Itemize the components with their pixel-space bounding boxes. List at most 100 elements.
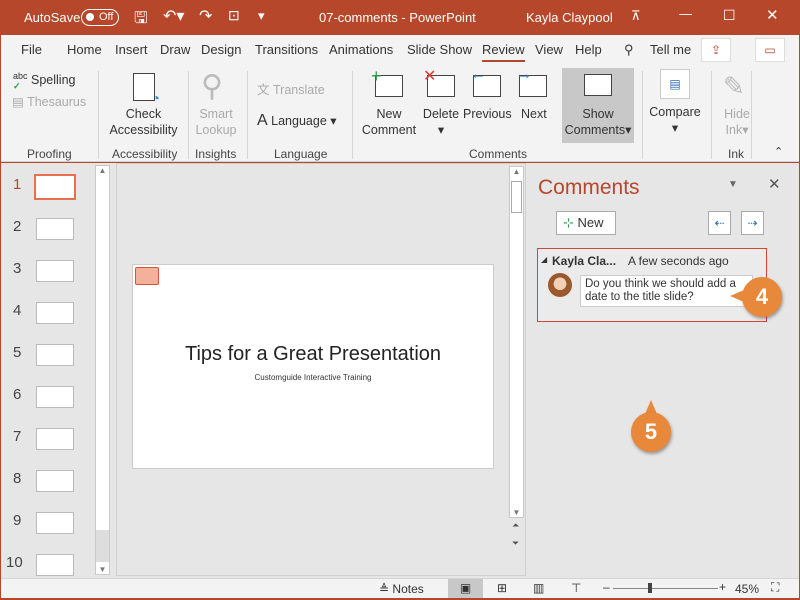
zoom-out-icon[interactable]: – bbox=[603, 580, 610, 594]
zoom-level[interactable]: 45% bbox=[735, 582, 759, 596]
group-ink: Ink bbox=[728, 147, 745, 161]
tab-help[interactable]: Help bbox=[575, 42, 602, 57]
close-icon[interactable]: ✕ bbox=[766, 6, 779, 24]
check-accessibility-icon: ◔ bbox=[133, 73, 160, 106]
window-title: 07-comments - PowerPoint bbox=[319, 10, 476, 25]
next-comment-button[interactable]: ⇢ bbox=[741, 211, 764, 235]
delete-button[interactable]: Delete ▾ bbox=[421, 106, 461, 138]
comments-button[interactable]: ▭ bbox=[755, 38, 785, 62]
language-button[interactable]: A Language ▾ bbox=[257, 113, 337, 129]
title-bar: AutoSave Off 🖫 ↶▾ ↷ ⊡ ▾ 07-comments - Po… bbox=[0, 0, 800, 35]
tab-slide-show[interactable]: Slide Show bbox=[407, 42, 472, 57]
spelling-icon: abc ✓ bbox=[13, 71, 28, 91]
pane-options-icon[interactable]: ▼ bbox=[728, 179, 738, 190]
close-pane-icon[interactable]: ✕ bbox=[768, 175, 781, 193]
callout-5: 5 bbox=[631, 412, 671, 452]
notes-button[interactable]: ≜ Notes bbox=[379, 582, 424, 596]
check-accessibility-button[interactable]: Check Accessibility bbox=[106, 106, 181, 138]
slide-thumbnail[interactable] bbox=[36, 218, 74, 240]
undo-icon[interactable]: ↶▾ bbox=[163, 6, 184, 26]
slide-number: 1 bbox=[13, 176, 22, 193]
callout-4: 4 bbox=[742, 277, 782, 317]
smart-lookup-button[interactable]: Smart Lookup bbox=[191, 106, 241, 138]
slide-thumbnail[interactable] bbox=[36, 260, 74, 282]
slide-thumbnail[interactable] bbox=[34, 174, 76, 200]
next-button[interactable]: Next bbox=[521, 106, 547, 122]
user-name[interactable]: Kayla Claypool bbox=[526, 10, 613, 25]
slide-thumbnail[interactable] bbox=[36, 386, 74, 408]
slide-title[interactable]: Tips for a Great Presentation bbox=[133, 343, 493, 366]
collapse-ribbon-icon[interactable]: ⌃ bbox=[774, 145, 783, 158]
present-icon[interactable]: ⊡ bbox=[228, 7, 240, 24]
zoom-slider[interactable] bbox=[613, 588, 718, 589]
ribbon-display-icon[interactable]: ⊼ bbox=[631, 8, 641, 24]
zoom-slider-thumb[interactable] bbox=[647, 583, 652, 593]
share-button[interactable]: ⇪ bbox=[701, 38, 731, 62]
tab-animations[interactable]: Animations bbox=[329, 42, 393, 57]
minimize-icon[interactable]: — bbox=[679, 6, 692, 21]
slide-show-icon[interactable]: ⊤ bbox=[571, 581, 581, 595]
tab-draw[interactable]: Draw bbox=[160, 42, 190, 57]
spelling-button[interactable]: Spelling bbox=[31, 72, 75, 88]
next-slide-icon[interactable]: ⏷ bbox=[512, 538, 519, 549]
normal-view-icon[interactable]: ▣ bbox=[448, 579, 483, 598]
search-icon[interactable]: ⚲ bbox=[624, 42, 634, 58]
slide-thumbnail[interactable] bbox=[36, 470, 74, 492]
tab-transitions[interactable]: Transitions bbox=[255, 42, 318, 57]
fit-to-window-icon[interactable]: ⛶ bbox=[771, 580, 779, 595]
new-comment-pane-button[interactable]: ⊹ New bbox=[556, 211, 616, 235]
status-bar: ≜ Notes ▣ ⊞ ▥ ⊤ – + 45% ⛶ bbox=[1, 578, 799, 598]
previous-slide-icon[interactable]: ⏶ bbox=[512, 520, 519, 531]
avatar bbox=[548, 273, 572, 297]
show-comments-icon bbox=[584, 74, 612, 96]
maximize-icon[interactable]: ☐ bbox=[723, 7, 736, 24]
slide-number: 6 bbox=[13, 386, 22, 403]
tab-view[interactable]: View bbox=[535, 42, 563, 57]
slide-sorter-icon[interactable]: ⊞ bbox=[497, 581, 507, 595]
comments-pane-title: Comments bbox=[538, 176, 640, 199]
previous-button[interactable]: Previous bbox=[463, 106, 512, 122]
comment-text[interactable]: Do you think we should add a date to the… bbox=[580, 275, 753, 307]
slide-thumbnail[interactable] bbox=[36, 554, 74, 576]
editor-scrollbar[interactable]: ▲ ▼ bbox=[509, 166, 524, 518]
tab-home[interactable]: Home bbox=[67, 42, 102, 57]
thesaurus-button[interactable]: ▤ Thesaurus bbox=[12, 94, 86, 110]
slide-canvas[interactable]: Tips for a Great Presentation Customguid… bbox=[132, 264, 494, 469]
slide-thumbnail[interactable] bbox=[36, 344, 74, 366]
reading-view-icon[interactable]: ▥ bbox=[533, 581, 544, 595]
tell-me[interactable]: Tell me bbox=[650, 42, 691, 57]
slide-number: 3 bbox=[13, 260, 22, 277]
slide-thumbnail[interactable] bbox=[36, 428, 74, 450]
compare-button[interactable]: Compare ▾ bbox=[647, 104, 703, 136]
previous-comment-icon: ← bbox=[470, 66, 501, 97]
slide-number: 2 bbox=[13, 218, 22, 235]
translate-button[interactable]: 文 Translate bbox=[257, 82, 325, 98]
compare-icon: ▤ bbox=[660, 69, 690, 99]
customize-icon[interactable]: ▾ bbox=[258, 8, 265, 24]
show-comments-button[interactable]: Show Comments▾ bbox=[562, 68, 634, 143]
save-icon[interactable]: 🖫 bbox=[134, 7, 148, 34]
slide-number: 8 bbox=[13, 470, 22, 487]
comment-card[interactable]: ◢ Kayla Cla... A few seconds ago Do you … bbox=[537, 248, 767, 322]
comment-marker-icon[interactable] bbox=[135, 267, 159, 285]
main-area: 1 2 3 4 5 6 7 8 9 10 ▲ ▼ Tips for a Great Present… bbox=[1, 163, 799, 578]
autosave-toggle[interactable]: Off bbox=[81, 9, 119, 26]
slide-thumbnail[interactable] bbox=[36, 512, 74, 534]
redo-icon[interactable]: ↷ bbox=[199, 6, 212, 26]
slide-thumbnail[interactable] bbox=[36, 302, 74, 324]
tab-file[interactable]: File bbox=[21, 42, 42, 57]
slide-number: 4 bbox=[13, 302, 22, 319]
previous-comment-button[interactable]: ⇠ bbox=[708, 211, 731, 235]
new-comment-icon: + bbox=[371, 66, 403, 97]
slide-subtitle[interactable]: Customguide Interactive Training bbox=[133, 373, 493, 382]
thumbnail-scrollbar[interactable]: ▲ ▼ bbox=[95, 165, 110, 575]
zoom-in-icon[interactable]: + bbox=[719, 580, 726, 594]
tab-design[interactable]: Design bbox=[201, 42, 241, 57]
delete-comment-icon: ✕ bbox=[423, 68, 455, 97]
tab-insert[interactable]: Insert bbox=[115, 42, 148, 57]
new-comment-button[interactable]: New Comment bbox=[356, 106, 422, 138]
collapse-icon[interactable]: ◢ bbox=[541, 255, 547, 264]
ribbon-tabs: File Home Insert Draw Design Transitions… bbox=[1, 35, 799, 65]
tab-review[interactable]: Review bbox=[482, 42, 525, 62]
hide-ink-icon: ✎ bbox=[723, 71, 745, 101]
